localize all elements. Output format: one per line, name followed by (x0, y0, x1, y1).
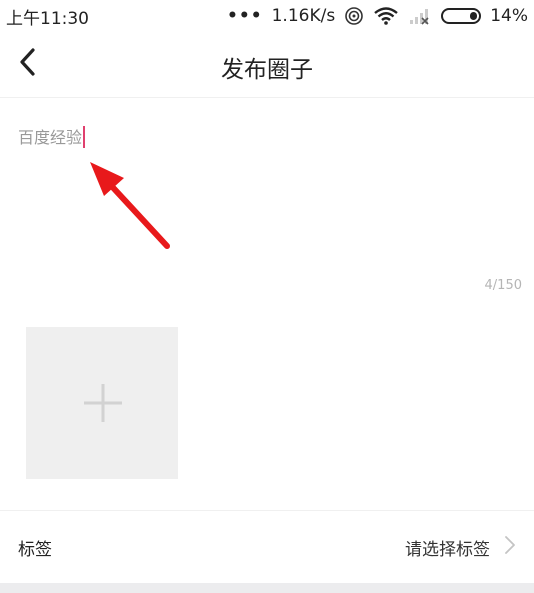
tags-row[interactable]: 标签 请选择标签 (0, 511, 534, 583)
status-time: 上午11:30 (6, 8, 89, 29)
plus-icon (84, 384, 122, 422)
char-count: 4/150 (484, 278, 522, 293)
hotspot-icon (344, 6, 364, 26)
status-right: ••• 1.16K/s 14% (227, 6, 528, 26)
chevron-right-icon (504, 535, 516, 559)
header: 发布圈子 (0, 32, 534, 98)
page-title: 发布圈子 (221, 57, 313, 83)
battery-icon (441, 8, 482, 24)
network-speed: 1.16K/s (271, 6, 336, 26)
wifi-icon (373, 6, 399, 26)
tags-value: 请选择标签 (405, 539, 490, 560)
add-image-button[interactable] (26, 327, 178, 479)
publish-circle-screen: 上午11:30 ••• 1.16K/s 14% 发布圈子 百度经验 4/150 … (0, 0, 534, 593)
tags-label: 标签 (18, 539, 52, 560)
more-dots: ••• (227, 6, 263, 26)
text-cursor (83, 126, 86, 148)
battery-percent: 14% (490, 6, 528, 26)
signal-icon (408, 7, 432, 25)
post-input-text: 百度经验 (18, 128, 83, 147)
status-bar: 上午11:30 ••• 1.16K/s 14% (0, 0, 534, 32)
annotation-arrow-icon (80, 150, 180, 259)
bottom-separator (0, 583, 534, 593)
tags-selector: 请选择标签 (405, 535, 516, 560)
